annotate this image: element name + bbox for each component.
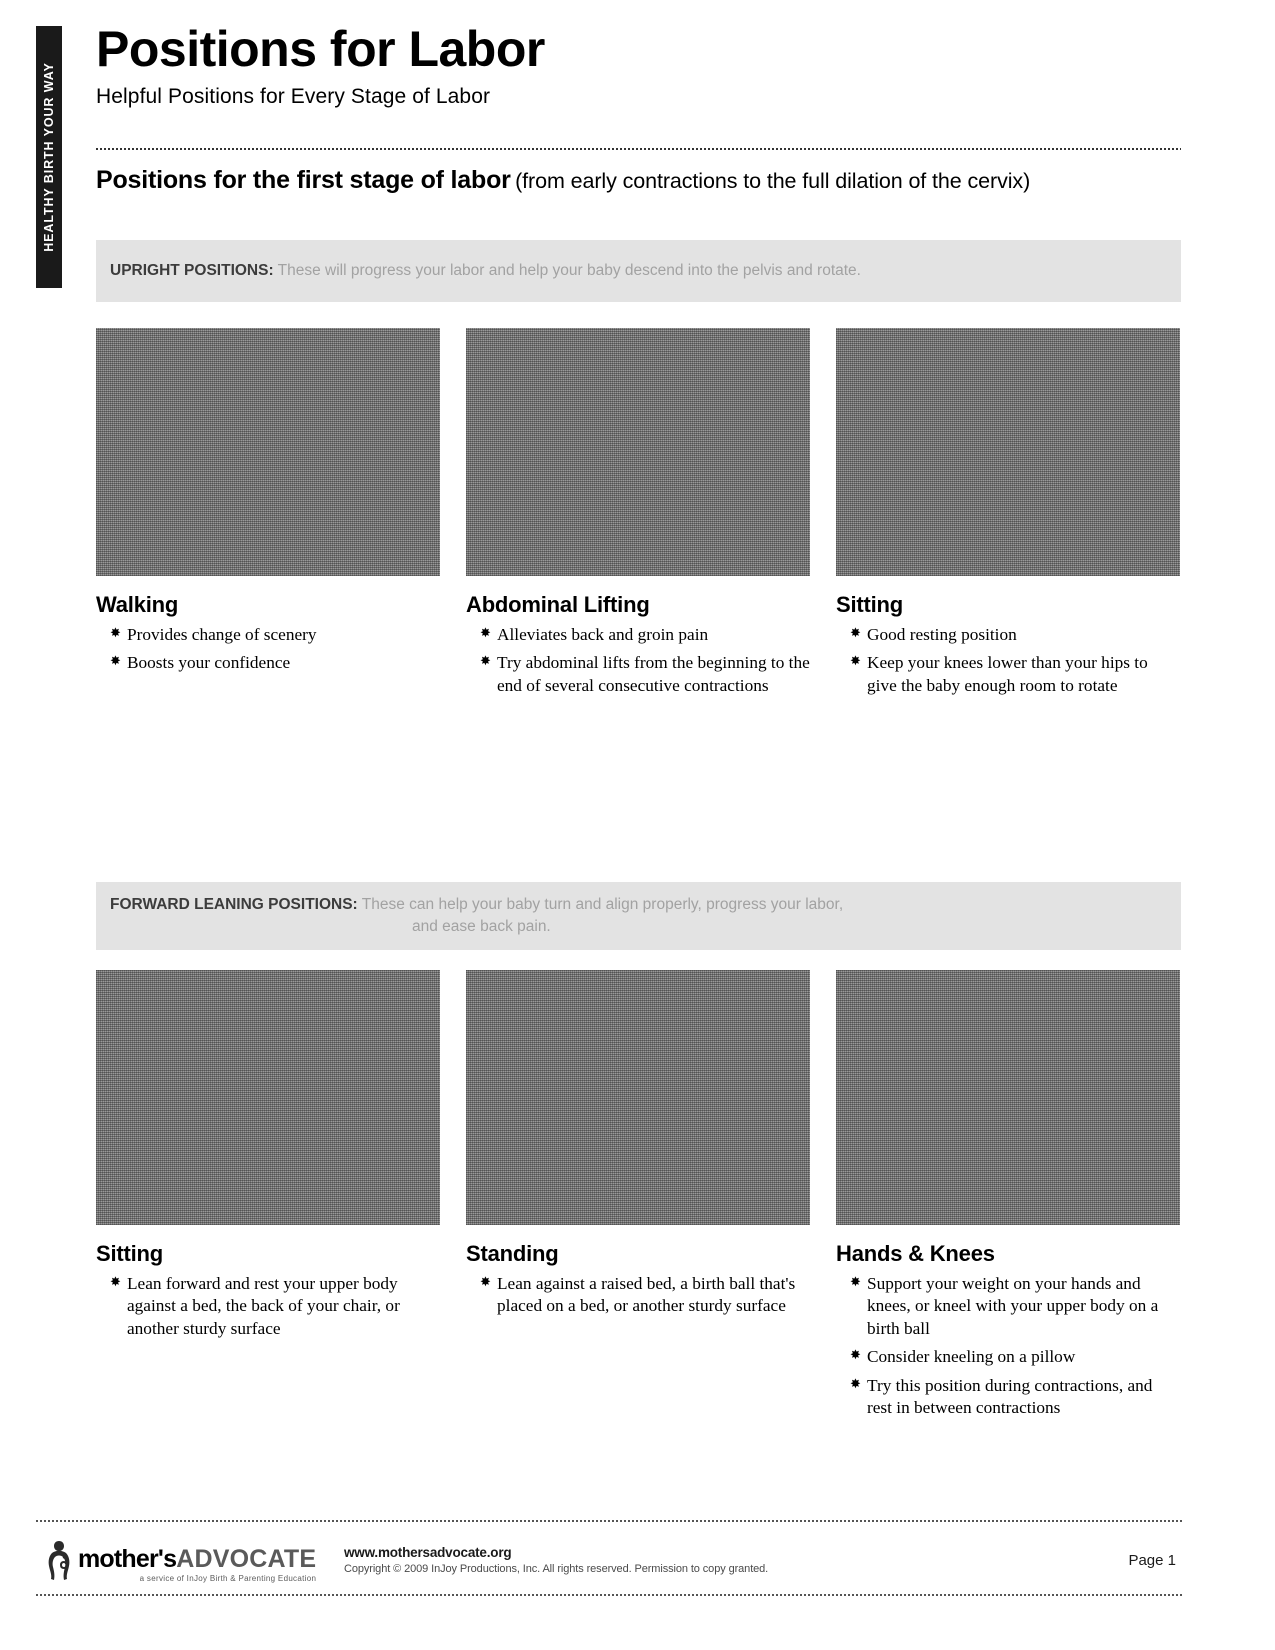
logo-word-mothers: mother's [78,1545,177,1573]
list-item: ✸ Alleviates back and groin pain [480,624,810,646]
footer-website-url[interactable]: www.mothersadvocate.org [344,1545,1128,1560]
position-card-walking: Walking ✸ Provides change of scenery ✸ Boo… [96,328,440,703]
footer-divider-bottom [36,1594,1182,1596]
photo-hands-and-knees [836,970,1180,1225]
photo-standing [466,970,810,1225]
list-item-text: Consider kneeling on a pillow [867,1347,1076,1367]
photo-sitting-upright [836,328,1180,576]
photo-abdominal-lifting [466,328,810,576]
bullet-icon: ✸ [110,625,121,640]
list-item: ✸ Try abdominal lifts from the beginning … [480,652,810,697]
document-header: Positions for Labor Helpful Positions fo… [96,24,1181,109]
logo-wordmark: mother'sADVOCATE [78,1547,316,1572]
section-banner-forward-leaning: FORWARD LEANING POSITIONS: These can hel… [96,882,1181,950]
position-title: Standing [466,1241,559,1266]
list-item: ✸ Good resting position [850,624,1180,646]
list-item-text: Good resting position [867,625,1017,644]
position-bullet-list: ✸ Lean against a raised bed, a birth ball… [466,1273,810,1318]
list-item: ✸ Lean forward and rest your upper body a… [110,1273,440,1340]
list-item-text: Try this position during contractions, a… [867,1375,1153,1418]
page-subtitle: Helpful Positions for Every Stage of Lab… [96,85,491,108]
mother-and-baby-icon [42,1537,76,1583]
list-item: ✸ Boosts your confidence [110,652,440,674]
section-banner-text-line2: and ease back pain. [412,918,551,935]
position-title: Walking [96,592,179,617]
section-banner-text: These can help your baby turn and align … [361,895,844,913]
list-item-text: Support your weight on your hands and kn… [867,1274,1159,1338]
footer-copyright: Copyright © 2009 InJoy Productions, Inc.… [344,1563,769,1575]
position-title: Abdominal Lifting [466,592,650,617]
card-row-upright: Walking ✸ Provides change of scenery ✸ Boo… [96,328,1181,703]
section-banner-label: FORWARD LEANING POSITIONS: [110,895,358,913]
vertical-series-tab-label: HEALTHY BIRTH YOUR WAY [42,62,56,252]
document-footer: mother'sADVOCATE a service of InJoy Birt… [36,1528,1182,1592]
position-bullet-list: ✸ Lean forward and rest your upper body a… [96,1273,440,1340]
list-item: ✸ Try this position during contractions, … [850,1375,1180,1420]
position-title: Hands & Knees [836,1241,995,1266]
list-item-text: Alleviates back and groin pain [497,625,709,644]
list-item: ✸ Keep your knees lower than your hips to… [850,652,1180,697]
position-bullet-list: ✸ Support your weight on your hands and k… [836,1273,1180,1420]
bullet-icon: ✸ [110,653,121,669]
position-title: Sitting [96,1241,164,1266]
bullet-icon: ✸ [480,653,491,669]
footer-divider-top [36,1520,1182,1522]
list-item: ✸ Lean against a raised bed, a birth ball… [480,1273,810,1318]
photo-walking [96,328,440,576]
bullet-icon: ✸ [110,1274,121,1289]
document-page: HEALTHY BIRTH YOUR WAY Positions for Lab… [0,0,1275,1650]
bullet-icon: ✸ [850,653,861,669]
header-divider [96,148,1181,150]
list-item-text: Keep your knees lower than your hips to … [867,653,1148,695]
list-item-text: Provides change of scenery [127,625,317,644]
position-card-standing: Standing ✸ Lean against a raised bed, a b… [466,970,810,1426]
mothers-advocate-logo: mother'sADVOCATE a service of InJoy Birt… [36,1537,322,1583]
page-number: Page 1 [1128,1551,1176,1569]
bullet-icon: ✸ [850,625,861,640]
stage-heading-note: (from early contractions to the full dil… [515,169,1031,193]
section-banner-text: These will progress your labor and help … [277,261,861,279]
list-item: ✸ Provides change of scenery [110,624,440,646]
list-item-text: Lean against a raised bed, a birth ball … [497,1274,796,1316]
position-card-abdominal-lifting: Abdominal Lifting ✸ Alleviates back and g… [466,328,810,703]
list-item-text: Try abdominal lifts from the beginning t… [497,653,810,695]
bullet-icon: ✸ [850,1375,861,1391]
logo-word-advocate: ADVOCATE [176,1545,317,1573]
bullet-icon: ✸ [480,625,491,640]
vertical-series-tab: HEALTHY BIRTH YOUR WAY [36,26,62,288]
position-card-hands-and-knees: Hands & Knees ✸ Support your weight on yo… [836,970,1180,1426]
bullet-icon: ✸ [850,1347,861,1363]
stage-heading-strong: Positions for the first stage of labor [96,166,511,194]
position-bullet-list: ✸ Good resting position ✸ Keep your knees … [836,624,1180,697]
position-title: Sitting [836,592,904,617]
card-row-forward-leaning: Sitting ✸ Lean forward and rest your uppe… [96,970,1181,1426]
logo-tagline: a service of InJoy Birth & Parenting Edu… [139,1574,317,1583]
footer-meta: www.mothersadvocate.org Copyright © 2009… [322,1545,1128,1575]
position-card-sitting-upright: Sitting ✸ Good resting position ✸ Keep you… [836,328,1180,703]
section-banner-label: UPRIGHT POSITIONS: [110,261,274,279]
list-item: ✸ Consider kneeling on a pillow [850,1346,1180,1368]
bullet-icon: ✸ [480,1274,491,1289]
list-item: ✸ Support your weight on your hands and k… [850,1273,1180,1340]
position-bullet-list: ✸ Provides change of scenery ✸ Boosts your… [96,624,440,675]
bullet-icon: ✸ [850,1274,861,1289]
section-banner-upright: UPRIGHT POSITIONS: These will progress y… [96,240,1181,302]
stage-heading: Positions for the first stage of labor (… [96,166,1186,195]
list-item-text: Lean forward and rest your upper body ag… [127,1274,400,1338]
list-item-text: Boosts your confidence [127,653,291,673]
photo-sitting-forward [96,970,440,1225]
position-bullet-list: ✸ Alleviates back and groin pain ✸ Try abd… [466,624,810,697]
page-title: Positions for Labor [96,21,545,77]
position-card-sitting-forward: Sitting ✸ Lean forward and rest your uppe… [96,970,440,1426]
